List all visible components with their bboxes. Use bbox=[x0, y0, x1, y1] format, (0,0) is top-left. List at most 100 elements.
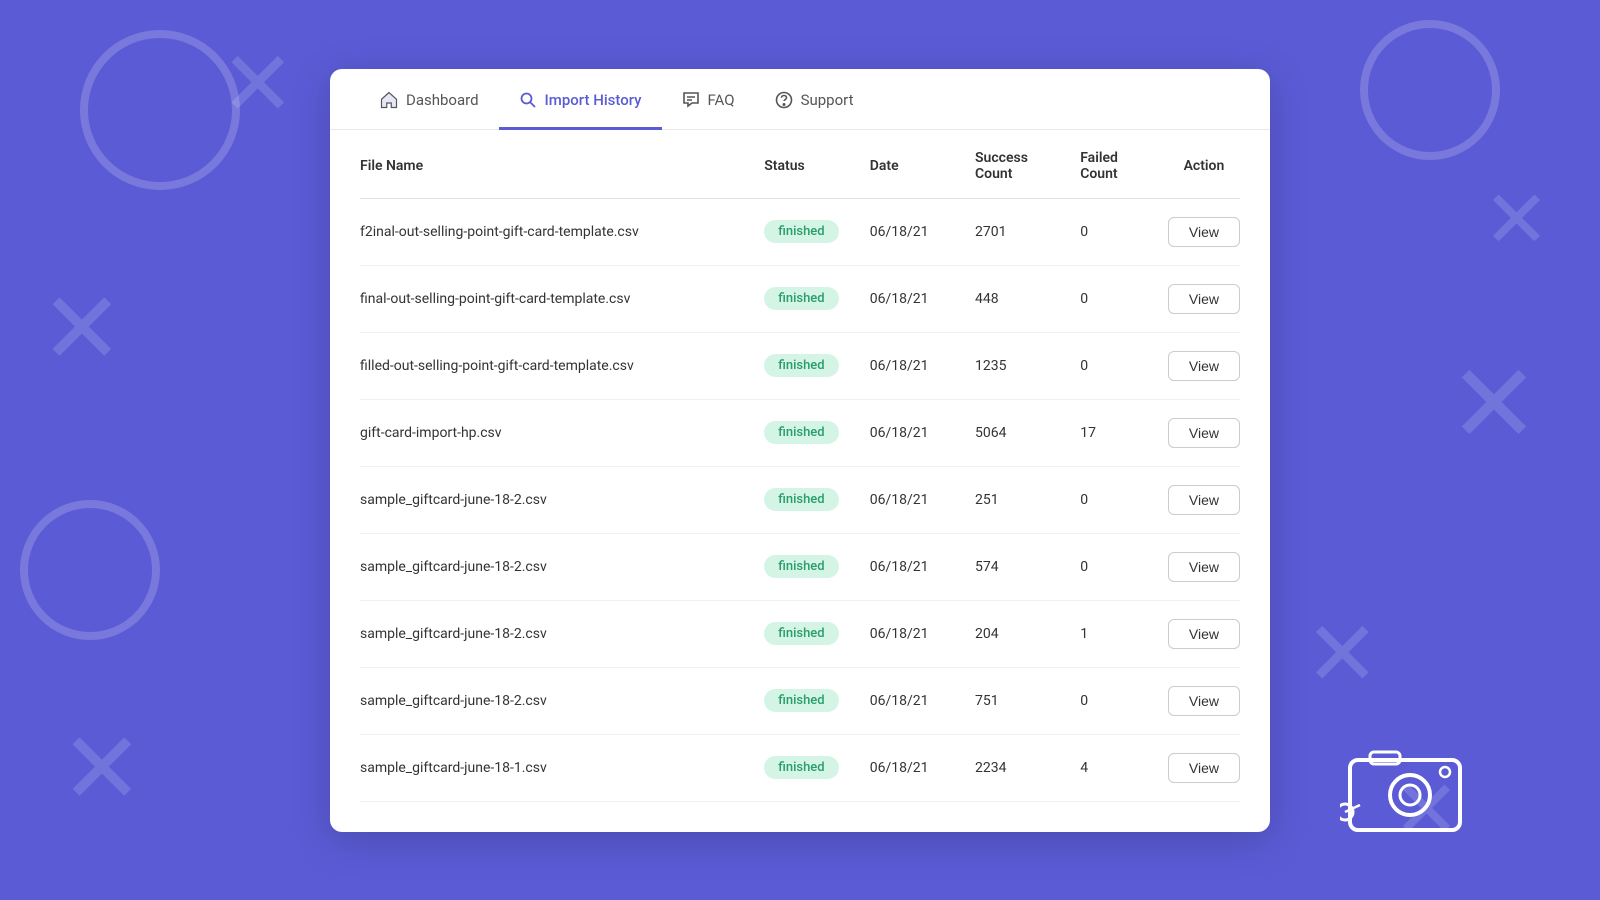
main-card: Dashboard Import History FAQ Support bbox=[330, 69, 1270, 832]
cell-filename: sample_giftcard-june-18-2.csv bbox=[360, 466, 752, 533]
cell-date: 06/18/21 bbox=[858, 533, 963, 600]
search-icon bbox=[519, 91, 537, 109]
tab-faq[interactable]: FAQ bbox=[662, 69, 755, 130]
col-header-filename: File Name bbox=[360, 130, 752, 199]
cell-status: finished bbox=[752, 466, 857, 533]
table-row: filled-out-selling-point-gift-card-templ… bbox=[360, 332, 1240, 399]
cell-action: View bbox=[1156, 198, 1240, 265]
table-row: sample_giftcard-june-18-2.csv finished 0… bbox=[360, 600, 1240, 667]
status-badge: finished bbox=[764, 488, 838, 511]
import-history-table: File Name Status Date Success Count Fail… bbox=[360, 130, 1240, 802]
cell-filename: sample_giftcard-june-18-2.csv bbox=[360, 667, 752, 734]
view-button[interactable]: View bbox=[1168, 351, 1240, 381]
cell-action: View bbox=[1156, 399, 1240, 466]
cell-action: View bbox=[1156, 466, 1240, 533]
status-badge: finished bbox=[764, 756, 838, 779]
view-button[interactable]: View bbox=[1168, 686, 1240, 716]
status-badge: finished bbox=[764, 555, 838, 578]
chat-icon bbox=[682, 91, 700, 109]
cell-date: 06/18/21 bbox=[858, 332, 963, 399]
view-button[interactable]: View bbox=[1168, 552, 1240, 582]
table-header-row: File Name Status Date Success Count Fail… bbox=[360, 130, 1240, 199]
cell-date: 06/18/21 bbox=[858, 198, 963, 265]
cell-failed-count: 4 bbox=[1068, 734, 1156, 801]
cell-date: 06/18/21 bbox=[858, 399, 963, 466]
cell-action: View bbox=[1156, 265, 1240, 332]
cell-failed-count: 0 bbox=[1068, 466, 1156, 533]
cell-failed-count: 17 bbox=[1068, 399, 1156, 466]
view-button[interactable]: View bbox=[1168, 619, 1240, 649]
cell-filename: sample_giftcard-june-18-2.csv bbox=[360, 600, 752, 667]
cell-date: 06/18/21 bbox=[858, 734, 963, 801]
cell-action: View bbox=[1156, 734, 1240, 801]
nav-tabs: Dashboard Import History FAQ Support bbox=[330, 69, 1270, 130]
col-header-status: Status bbox=[752, 130, 857, 199]
view-button[interactable]: View bbox=[1168, 418, 1240, 448]
cell-filename: sample_giftcard-june-18-2.csv bbox=[360, 533, 752, 600]
table-row: sample_giftcard-june-18-1.csv finished 0… bbox=[360, 734, 1240, 801]
cell-date: 06/18/21 bbox=[858, 466, 963, 533]
cell-date: 06/18/21 bbox=[858, 667, 963, 734]
cell-success-count: 574 bbox=[963, 533, 1068, 600]
cell-status: finished bbox=[752, 533, 857, 600]
view-button[interactable]: View bbox=[1168, 284, 1240, 314]
cell-status: finished bbox=[752, 399, 857, 466]
cell-action: View bbox=[1156, 600, 1240, 667]
col-header-success: Success Count bbox=[963, 130, 1068, 199]
cell-action: View bbox=[1156, 332, 1240, 399]
status-badge: finished bbox=[764, 287, 838, 310]
cell-failed-count: 0 bbox=[1068, 198, 1156, 265]
cell-filename: sample_giftcard-june-18-1.csv bbox=[360, 734, 752, 801]
table-container: File Name Status Date Success Count Fail… bbox=[330, 130, 1270, 832]
cell-status: finished bbox=[752, 332, 857, 399]
cell-failed-count: 0 bbox=[1068, 667, 1156, 734]
cell-success-count: 5064 bbox=[963, 399, 1068, 466]
cell-failed-count: 1 bbox=[1068, 600, 1156, 667]
cell-success-count: 2701 bbox=[963, 198, 1068, 265]
status-badge: finished bbox=[764, 421, 838, 444]
view-button[interactable]: View bbox=[1168, 217, 1240, 247]
table-row: sample_giftcard-june-18-2.csv finished 0… bbox=[360, 466, 1240, 533]
status-badge: finished bbox=[764, 622, 838, 645]
table-row: final-out-selling-point-gift-card-templa… bbox=[360, 265, 1240, 332]
cell-success-count: 2234 bbox=[963, 734, 1068, 801]
cell-success-count: 448 bbox=[963, 265, 1068, 332]
cell-success-count: 1235 bbox=[963, 332, 1068, 399]
cell-status: finished bbox=[752, 265, 857, 332]
tab-dashboard[interactable]: Dashboard bbox=[360, 69, 499, 130]
cell-failed-count: 0 bbox=[1068, 332, 1156, 399]
cell-status: finished bbox=[752, 734, 857, 801]
status-badge: finished bbox=[764, 354, 838, 377]
table-row: f2inal-out-selling-point-gift-card-templ… bbox=[360, 198, 1240, 265]
cell-success-count: 251 bbox=[963, 466, 1068, 533]
cell-filename: f2inal-out-selling-point-gift-card-templ… bbox=[360, 198, 752, 265]
cell-action: View bbox=[1156, 533, 1240, 600]
camera-decoration bbox=[1340, 740, 1480, 840]
col-header-action: Action bbox=[1156, 130, 1240, 199]
cell-success-count: 204 bbox=[963, 600, 1068, 667]
col-header-date: Date bbox=[858, 130, 963, 199]
cell-date: 06/18/21 bbox=[858, 600, 963, 667]
cell-failed-count: 0 bbox=[1068, 533, 1156, 600]
cell-filename: final-out-selling-point-gift-card-templa… bbox=[360, 265, 752, 332]
cell-success-count: 751 bbox=[963, 667, 1068, 734]
cell-failed-count: 0 bbox=[1068, 265, 1156, 332]
cell-status: finished bbox=[752, 600, 857, 667]
cell-filename: gift-card-import-hp.csv bbox=[360, 399, 752, 466]
table-row: sample_giftcard-june-18-2.csv finished 0… bbox=[360, 667, 1240, 734]
tab-import-history[interactable]: Import History bbox=[499, 69, 662, 130]
col-header-failed: Failed Count bbox=[1068, 130, 1156, 199]
table-row: gift-card-import-hp.csv finished 06/18/2… bbox=[360, 399, 1240, 466]
home-icon bbox=[380, 91, 398, 109]
table-row: sample_giftcard-june-18-2.csv finished 0… bbox=[360, 533, 1240, 600]
cell-filename: filled-out-selling-point-gift-card-templ… bbox=[360, 332, 752, 399]
view-button[interactable]: View bbox=[1168, 753, 1240, 783]
help-icon bbox=[775, 91, 793, 109]
cell-status: finished bbox=[752, 667, 857, 734]
cell-date: 06/18/21 bbox=[858, 265, 963, 332]
cell-status: finished bbox=[752, 198, 857, 265]
view-button[interactable]: View bbox=[1168, 485, 1240, 515]
tab-support[interactable]: Support bbox=[755, 69, 874, 130]
cell-action: View bbox=[1156, 667, 1240, 734]
status-badge: finished bbox=[764, 689, 838, 712]
